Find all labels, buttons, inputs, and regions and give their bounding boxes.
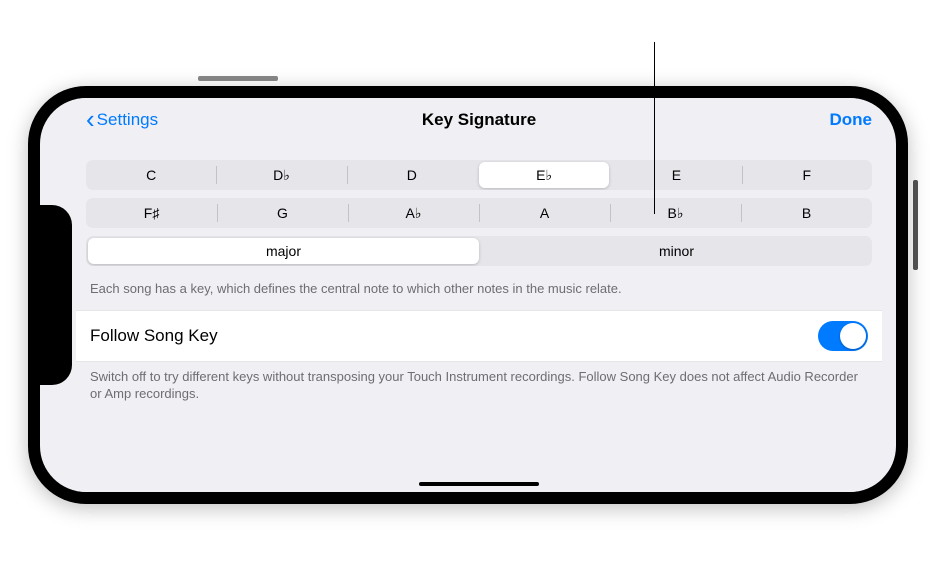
- key-picker-row1: C D♭ D E♭ E F: [86, 160, 872, 190]
- phone-top-button: [198, 76, 278, 81]
- scale-minor[interactable]: minor: [481, 236, 872, 266]
- key-b[interactable]: B: [741, 198, 872, 228]
- follow-song-key-label: Follow Song Key: [90, 326, 218, 346]
- phone-side-button: [913, 180, 918, 270]
- key-d[interactable]: D: [347, 160, 477, 190]
- screen: ‹ Settings Key Signature Done C D♭ D E♭ …: [76, 98, 882, 492]
- scale-picker: major minor: [86, 236, 872, 266]
- back-label: Settings: [97, 110, 158, 130]
- key-d-flat[interactable]: D♭: [216, 160, 346, 190]
- key-f[interactable]: F: [742, 160, 872, 190]
- chevron-left-icon: ‹: [86, 106, 95, 132]
- key-a-flat[interactable]: A♭: [348, 198, 479, 228]
- follow-song-key-toggle[interactable]: [818, 321, 868, 351]
- scale-major[interactable]: major: [88, 238, 479, 264]
- key-description: Each song has a key, which defines the c…: [76, 274, 882, 310]
- toggle-knob: [840, 323, 866, 349]
- key-a[interactable]: A: [479, 198, 610, 228]
- key-g[interactable]: G: [217, 198, 348, 228]
- phone-screen-bg: ‹ Settings Key Signature Done C D♭ D E♭ …: [40, 98, 896, 492]
- phone-notch: [40, 205, 72, 385]
- key-f-sharp[interactable]: F♯: [86, 198, 217, 228]
- back-button[interactable]: ‹ Settings: [86, 108, 158, 132]
- callout-line: [654, 42, 655, 214]
- content: C D♭ D E♭ E F F♯ G A♭ A B♭ B: [76, 142, 882, 492]
- key-c[interactable]: C: [86, 160, 216, 190]
- key-e-flat[interactable]: E♭: [479, 162, 609, 188]
- page-title: Key Signature: [422, 110, 536, 130]
- done-button[interactable]: Done: [830, 110, 873, 130]
- key-picker-row2: F♯ G A♭ A B♭ B: [86, 198, 872, 228]
- home-indicator[interactable]: [419, 482, 539, 486]
- follow-song-key-description: Switch off to try different keys without…: [76, 362, 882, 415]
- follow-song-key-row: Follow Song Key: [76, 310, 882, 362]
- key-b-flat[interactable]: B♭: [610, 198, 741, 228]
- nav-bar: ‹ Settings Key Signature Done: [76, 98, 882, 142]
- key-e[interactable]: E: [611, 160, 741, 190]
- phone-frame: ‹ Settings Key Signature Done C D♭ D E♭ …: [28, 86, 908, 504]
